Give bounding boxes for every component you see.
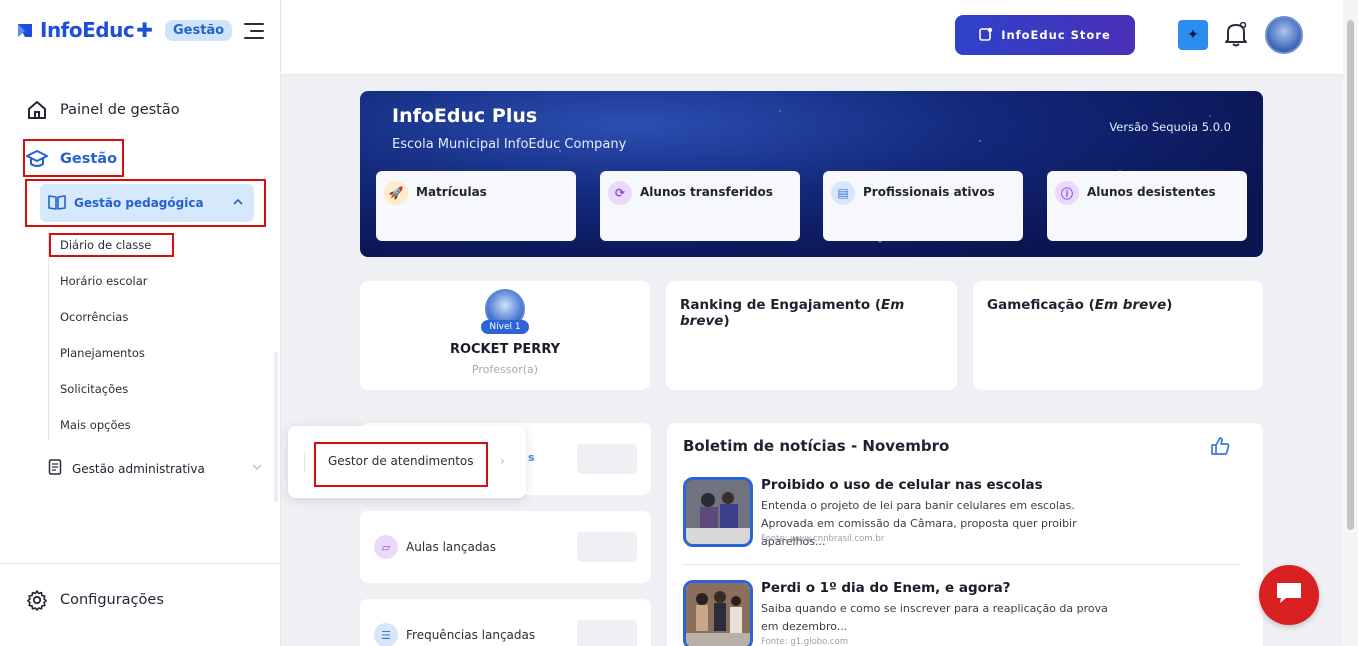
chat-bubble-icon: [1274, 580, 1304, 610]
stat-card-profissionais-ativos[interactable]: ▤ Profissionais ativos: [823, 171, 1023, 241]
user-avatar[interactable]: [1265, 16, 1303, 54]
stat-card-alunos-transferidos[interactable]: ⟳ Alunos transferidos: [600, 171, 800, 241]
mini-card-label: Frequências lançadas: [406, 628, 536, 642]
news-thumbnail: [683, 477, 753, 547]
profile-role: Professor(a): [471, 363, 539, 376]
stat-label: Alunos transferidos: [640, 185, 773, 199]
news-source: Fonte: www.cnnbrasil.com.br: [761, 534, 885, 544]
page-scrollbar[interactable]: [1343, 0, 1358, 646]
news-headline: Proibido o uso de celular nas escolas: [761, 477, 1043, 493]
news-headline: Perdi o 1º dia do Enem, e agora?: [761, 580, 1011, 596]
mini-card-label: Aulas lançadas: [406, 540, 497, 554]
chat-button[interactable]: [1259, 565, 1319, 625]
sidebar-item-label: Painel de gestão: [60, 102, 180, 118]
home-icon: [26, 99, 48, 121]
sublink-horario-escolar[interactable]: Horário escolar: [60, 274, 147, 288]
stat-label: Alunos desistentes: [1087, 185, 1216, 199]
profile-name: ROCKET PERRY: [449, 342, 561, 357]
menu-toggle-icon[interactable]: [244, 23, 264, 44]
sublink-solicitacoes[interactable]: Solicitações: [60, 382, 128, 396]
mini-card-frequencias-lancadas[interactable]: ☰ Frequências lançadas: [360, 599, 651, 646]
store-icon: [979, 27, 993, 44]
logo-mark-icon: [18, 24, 32, 37]
version-label: Versão Sequoia 5.0.0: [1109, 120, 1231, 134]
document-icon: [48, 459, 62, 478]
sidebar-item-label: Configurações: [60, 592, 164, 608]
stat-label: Matrículas: [416, 185, 487, 199]
sidebar-item-gestao-administrativa[interactable]: Gestão administrativa: [48, 459, 263, 478]
id-card-icon: ▤: [831, 181, 855, 205]
divider: [0, 563, 280, 564]
news-card: Boletim de notícias - Novembro Proibido …: [667, 423, 1263, 646]
thumbs-up-icon[interactable]: [1209, 435, 1231, 461]
value-placeholder: [577, 620, 637, 646]
refresh-icon: ⟳: [608, 181, 632, 205]
news-thumbnail: [683, 580, 753, 646]
brand-logo[interactable]: InfoEduc ✚ Gestão: [16, 18, 233, 42]
card-title: Ranking de Engajamento (Em breve): [680, 297, 905, 329]
card-title: Gameficação (Em breve): [987, 297, 1173, 313]
store-label: InfoEduc Store: [1001, 28, 1111, 42]
news-body: Saiba quando e como se inscrever para a …: [761, 602, 1108, 633]
brand-name: InfoEduc: [40, 18, 135, 42]
checklist-icon: ☰: [374, 623, 398, 646]
partial-label: s: [528, 451, 535, 464]
sublink-planejamentos[interactable]: Planejamentos: [60, 346, 145, 360]
highlight-box: [25, 179, 266, 227]
submenu-guide-line: [48, 230, 49, 440]
mini-card-aulas-lancadas[interactable]: ▱ Aulas lançadas: [360, 511, 651, 583]
sublink-mais-opcoes[interactable]: Mais opções: [60, 418, 131, 432]
highlight-box: [314, 442, 488, 487]
profile-card: Nível 1 ROCKET PERRY Professor(a): [360, 281, 650, 390]
highlight-box: [23, 139, 124, 177]
stat-card-matriculas[interactable]: 🚀 Matrículas: [376, 171, 576, 241]
stat-card-alunos-desistentes[interactable]: ⓘ Alunos desistentes: [1047, 171, 1247, 241]
top-bar: InfoEduc Store ✦: [281, 0, 1343, 75]
sidebar-item-label: Gestão administrativa: [72, 461, 205, 476]
infoeduc-store-button[interactable]: InfoEduc Store: [955, 15, 1135, 55]
brand-badge: Gestão: [164, 19, 233, 41]
chevron-down-icon: [251, 461, 263, 476]
sidebar-item-configuracoes[interactable]: Configurações: [26, 589, 164, 611]
news-source: Fonte: g1.globo.com: [761, 637, 849, 646]
divider: [304, 452, 305, 472]
news-title: Boletim de notícias - Novembro: [683, 437, 950, 455]
level-badge: Nível 1: [481, 320, 529, 334]
school-banner: InfoEduc Plus Escola Municipal InfoEduc …: [360, 91, 1263, 257]
sidebar-scrollbar[interactable]: [274, 352, 278, 502]
info-icon: ⓘ: [1055, 181, 1079, 205]
sublink-ocorrencias[interactable]: Ocorrências: [60, 310, 128, 324]
sidebar-item-painel[interactable]: Painel de gestão: [26, 99, 180, 121]
value-placeholder: [577, 444, 637, 474]
gear-icon: [26, 589, 48, 611]
value-placeholder: [577, 532, 637, 562]
rocket-icon: 🚀: [384, 181, 408, 205]
highlight-box: [49, 233, 174, 257]
chalkboard-icon: ▱: [374, 535, 398, 559]
sparkle-icon[interactable]: ✦: [1178, 20, 1208, 50]
divider: [683, 564, 1239, 565]
banner-subtitle: Escola Municipal InfoEduc Company: [392, 137, 627, 152]
gamification-card: Gameficação (Em breve): [973, 281, 1263, 390]
ranking-card: Ranking de Engajamento (Em breve): [666, 281, 957, 390]
sidebar: InfoEduc ✚ Gestão Painel de gestão Gestã…: [0, 0, 281, 646]
banner-title: InfoEduc Plus: [392, 105, 538, 127]
notification-bell-icon[interactable]: [1223, 20, 1249, 52]
stat-label: Profissionais ativos: [863, 185, 995, 199]
chevron-right-icon: ›: [500, 454, 505, 468]
plus-icon: ✚: [136, 18, 153, 42]
